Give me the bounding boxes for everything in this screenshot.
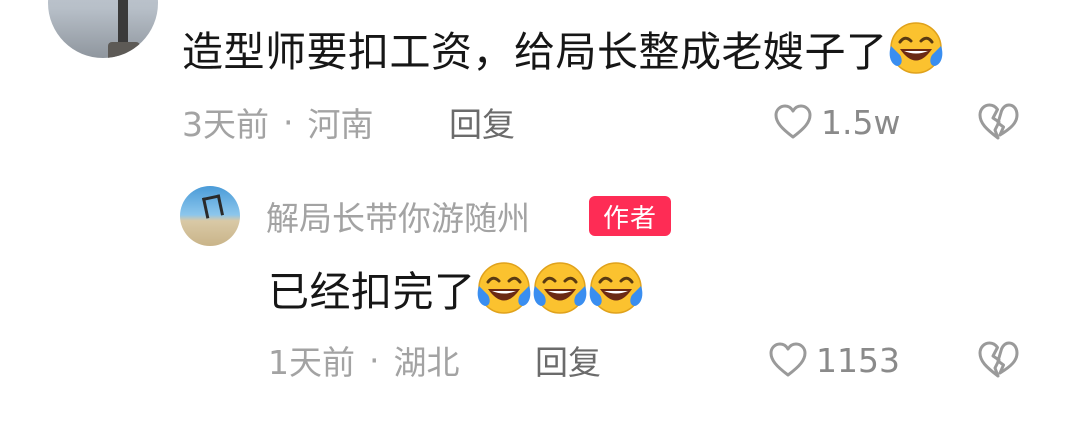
avatar-figure — [118, 0, 128, 44]
reply-location: 湖北 — [393, 343, 460, 382]
reply-like-count: 1153 — [816, 340, 900, 380]
comment-time: 3天前 — [182, 105, 269, 144]
avatar-rock — [108, 42, 140, 58]
commenter-avatar[interactable] — [48, 0, 158, 58]
heart-outline-icon — [769, 342, 807, 377]
comment-emoji-row — [888, 20, 944, 76]
reply-username[interactable]: 解局长带你游随州 — [266, 194, 530, 238]
laughing-crying-emoji-icon — [889, 22, 942, 74]
reply-time: 1天前 — [268, 343, 355, 382]
reply-reply-button[interactable]: 回复 — [535, 338, 601, 382]
laughing-crying-emoji-icon — [589, 262, 642, 314]
laughing-crying-emoji-icon — [477, 262, 530, 314]
comment-like-button[interactable]: 1.5w — [773, 100, 900, 144]
comment-reply-button[interactable]: 回复 — [449, 100, 515, 144]
meta-separator: · — [283, 102, 294, 142]
broken-heart-icon[interactable] — [976, 338, 1020, 382]
meta-separator: · — [369, 340, 380, 380]
comment-like-count: 1.5w — [821, 102, 901, 142]
reply-emoji-row — [476, 260, 644, 316]
reply-text: 已经扣完了 — [268, 258, 644, 318]
reply-body: 已经扣完了 — [268, 268, 476, 316]
comment-text: 造型师要扣工资，给局长整成老嫂子了 — [182, 18, 944, 78]
comment-location: 河南 — [307, 105, 374, 144]
broken-heart-icon[interactable] — [976, 100, 1020, 144]
reply-like-button[interactable]: 1153 — [768, 338, 900, 382]
avatar-jumper — [202, 194, 224, 219]
heart-outline-icon — [774, 104, 812, 139]
reply-author-avatar[interactable] — [180, 186, 240, 246]
laughing-crying-emoji-icon — [533, 262, 586, 314]
comment-body: 造型师要扣工资，给局长整成老嫂子了 — [182, 28, 888, 76]
comment-meta: 3天前 · 河南 — [182, 100, 374, 145]
author-badge: 作者 — [589, 196, 671, 236]
reply-meta: 1天前 · 湖北 — [268, 338, 460, 383]
